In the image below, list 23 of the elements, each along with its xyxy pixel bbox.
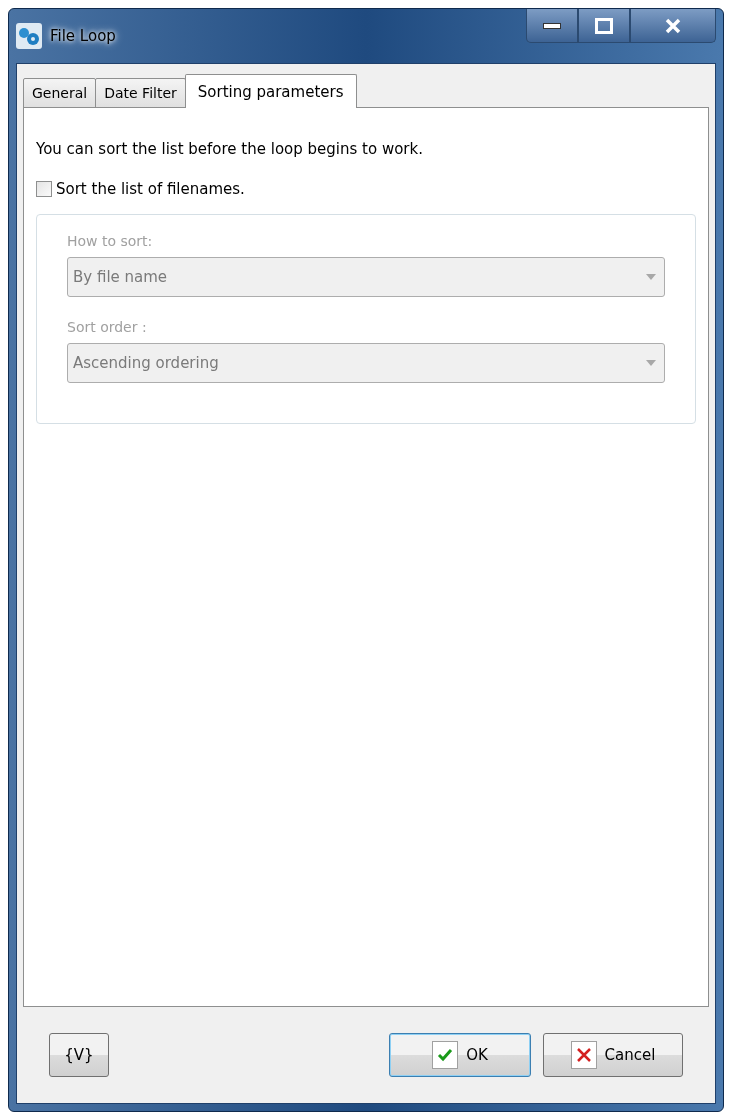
close-icon [570, 1041, 597, 1069]
close-button[interactable] [630, 9, 716, 43]
dropdown-arrow-icon [646, 274, 656, 280]
variables-button[interactable]: {V} [49, 1033, 109, 1077]
maximize-icon [595, 17, 613, 34]
tab[interactable]: Sorting parameters [184, 74, 357, 108]
checkbox-label: Sort the list of filenames. [56, 180, 245, 198]
dropdown-arrow-icon [646, 360, 656, 366]
cancel-button[interactable]: Cancel [543, 1033, 683, 1077]
tab[interactable]: Date Filter [95, 78, 186, 108]
maximize-button[interactable] [578, 9, 630, 43]
sort-checkbox[interactable] [36, 181, 52, 197]
window-title: File Loop [50, 27, 116, 45]
gears-icon [16, 23, 42, 49]
field-label: How to sort: [67, 233, 154, 249]
minimize-icon [543, 21, 561, 30]
checkmark-icon [432, 1041, 459, 1069]
ok-button[interactable]: OK [389, 1033, 531, 1077]
close-icon [664, 17, 682, 34]
minimize-button[interactable] [526, 9, 578, 43]
intro-text: You can sort the list before the loop begins to work. [36, 140, 424, 158]
tab[interactable]: General [23, 78, 97, 108]
field-label: Sort order : [67, 319, 148, 335]
